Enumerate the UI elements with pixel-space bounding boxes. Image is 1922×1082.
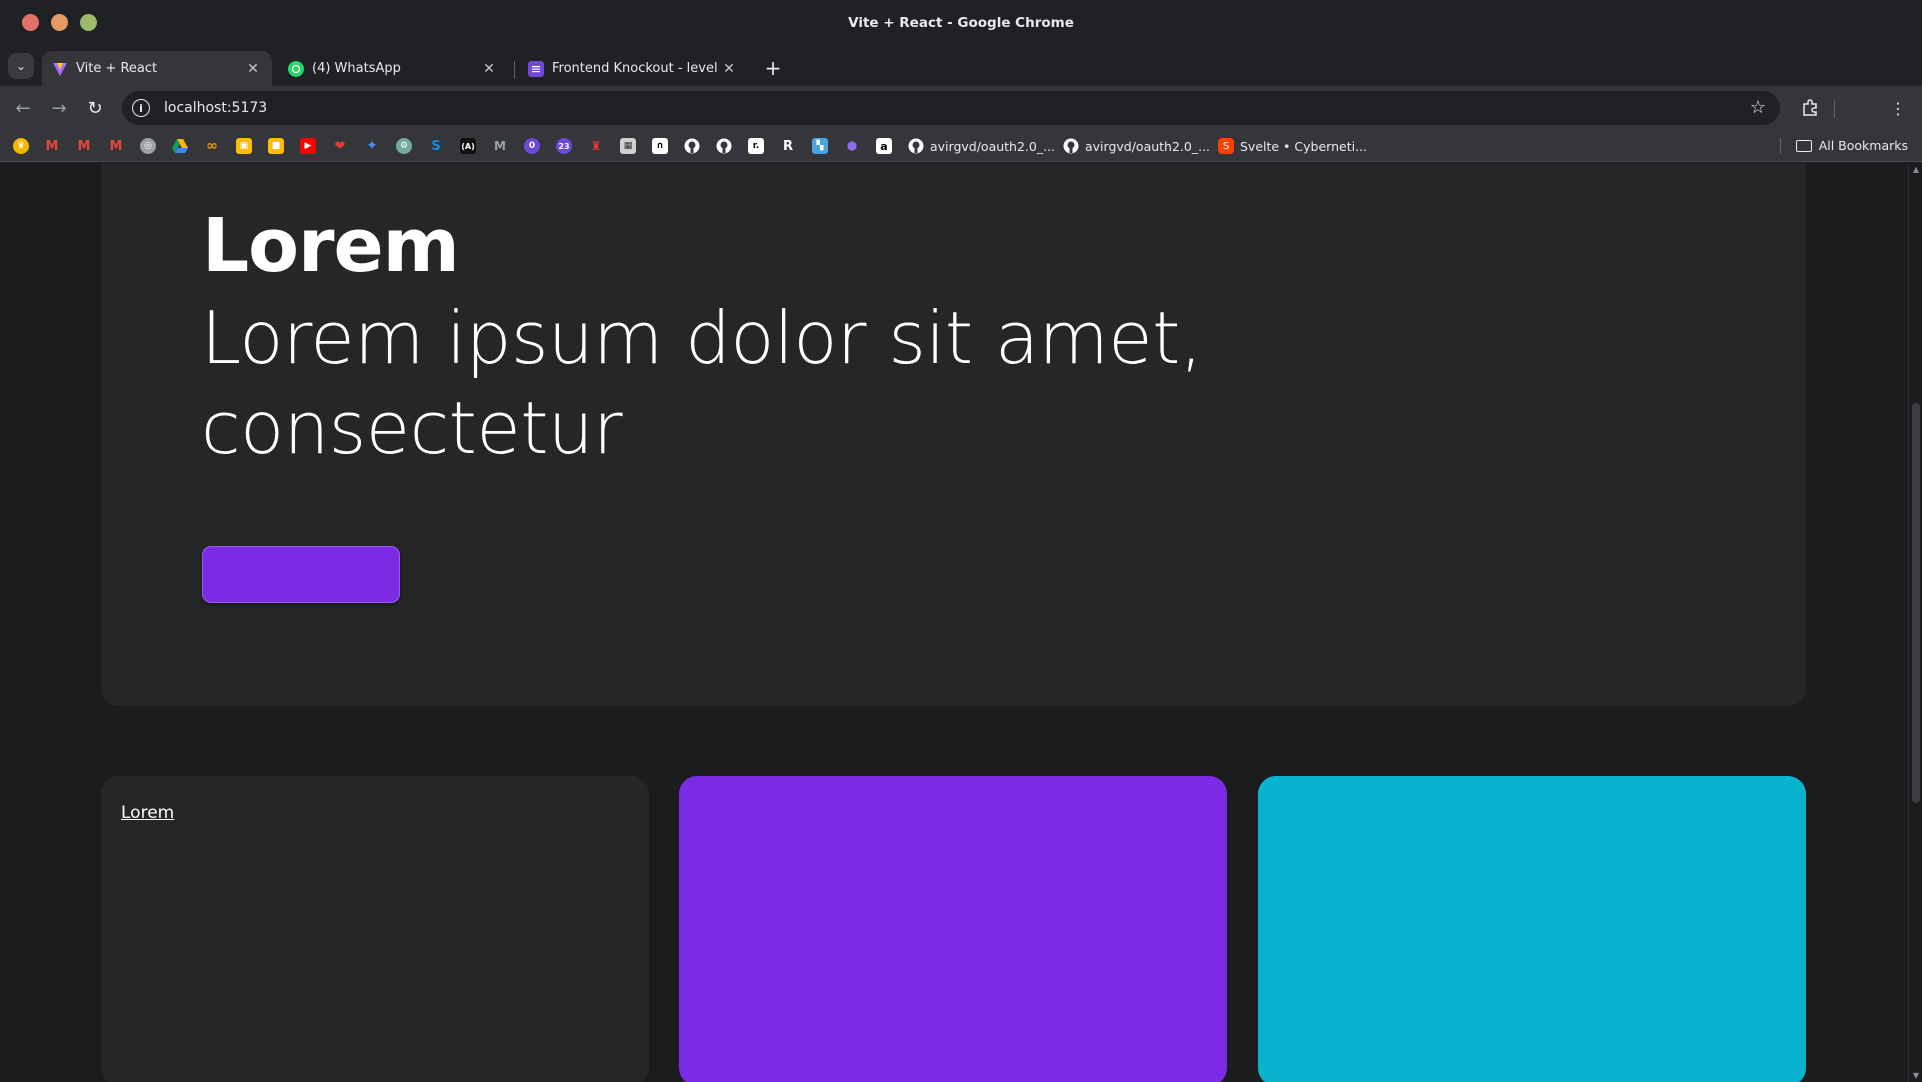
feature-card-purple [679, 776, 1227, 1082]
bookmark-0-icon[interactable]: 0 [524, 138, 540, 154]
feature-card-cyan [1258, 776, 1806, 1082]
card-link[interactable]: Lorem [121, 803, 174, 823]
bookmark-23-icon[interactable]: 23 [556, 138, 572, 154]
all-bookmarks-label: All Bookmarks [1818, 138, 1908, 153]
feature-card-dark: Lorem [101, 776, 649, 1082]
bookmark-gmail-icon[interactable]: M [76, 138, 92, 154]
bookmark-r-icon[interactable]: r. [748, 138, 764, 154]
arrow-left-icon: ← [15, 97, 31, 119]
bookmark-github-oauth-2[interactable]: avirgvd/oauth2.0_... [1063, 138, 1210, 154]
svelte-icon: S [1218, 138, 1234, 154]
tab-vite-react[interactable]: Vite + React ✕ [42, 51, 272, 86]
avatar [1852, 98, 1872, 118]
chevron-down-icon: ⌄ [15, 59, 27, 73]
plus-icon: + [764, 56, 782, 80]
toolbar-divider [1834, 100, 1835, 118]
bookmark-label: avirgvd/oauth2.0_... [930, 138, 1056, 154]
bookmark-svelte[interactable]: S Svelte • Cyberneti... [1218, 138, 1367, 154]
back-button[interactable]: ← [9, 94, 37, 122]
bookmark-s-icon[interactable]: S [428, 138, 444, 154]
menu-button[interactable]: ⋮ [1884, 94, 1912, 122]
bookmark-image-icon[interactable]: ▦ [620, 138, 636, 154]
reload-icon: ↻ [87, 97, 103, 119]
browser-window: Vite + React - Google Chrome ⌄ Vite + Re… [0, 0, 1922, 1082]
more-vertical-icon: ⋮ [1890, 98, 1906, 118]
close-tab-icon[interactable]: ✕ [480, 61, 498, 77]
bookmark-github-icon[interactable] [684, 138, 700, 154]
hero-cta-button[interactable] [202, 546, 400, 603]
bookmark-a-icon[interactable]: (A) [460, 138, 476, 154]
tab-label: (4) WhatsApp [312, 61, 401, 76]
forward-button[interactable]: → [45, 94, 73, 122]
reload-button[interactable]: ↻ [81, 94, 109, 122]
tab-search-button[interactable]: ⌄ [8, 53, 34, 79]
close-tab-icon[interactable]: ✕ [244, 61, 262, 77]
tab-label: Frontend Knockout - level 1 [552, 61, 720, 76]
bookmark-gmail-icon[interactable]: M [44, 138, 60, 154]
bookmark-gemini-icon[interactable]: ✦ [364, 138, 380, 154]
bookmark-amazon-icon[interactable]: a [876, 138, 892, 154]
hero-title: Lorem [202, 203, 460, 289]
bookmark-drive-icon[interactable] [172, 138, 188, 154]
close-tab-icon[interactable]: ✕ [720, 61, 738, 77]
bookmark-globe-icon[interactable]: ◎ [140, 138, 156, 154]
page-viewport: Lorem Lorem ipsum dolor sit amet, consec… [0, 163, 1922, 1082]
close-window-button[interactable] [22, 14, 39, 31]
site-info-icon[interactable]: i [132, 99, 150, 117]
bookmark-m-icon[interactable]: M [492, 138, 508, 154]
browser-toolbar: ← → ↻ i localhost:5173 ☆ ⋮ [0, 86, 1922, 130]
bookmarks-bar: ♛ M M M ◎ ∞ ▣ ■ ▶ ❤ ✦ ⚙ S (A) M 0 23 ♜ ▦… [0, 130, 1922, 162]
github-icon [908, 138, 924, 154]
scroll-down-icon[interactable]: ▼ [1911, 1071, 1921, 1080]
bookmark-arch-icon[interactable]: ∩ [652, 138, 668, 154]
bookmark-gmail-icon[interactable]: M [108, 138, 124, 154]
bookmark-render-icon[interactable]: R [780, 138, 796, 154]
maximize-window-button[interactable] [80, 14, 97, 31]
hero-subtitle: Lorem ipsum dolor sit amet, consectetur [201, 296, 1203, 470]
new-tab-button[interactable]: + [760, 55, 786, 81]
tab-label: Vite + React [76, 61, 158, 76]
window-title: Vite + React - Google Chrome [848, 15, 1074, 31]
whatsapp-icon [288, 60, 304, 77]
all-bookmarks-button[interactable]: All Bookmarks [1795, 138, 1908, 153]
bookmark-label: Svelte • Cyberneti... [1240, 138, 1367, 154]
bookmark-heart-icon[interactable]: ❤ [332, 138, 348, 154]
profile-button[interactable] [1848, 94, 1876, 122]
vite-icon [52, 61, 68, 77]
tab-frontend-knockout[interactable]: Frontend Knockout - level 1 ✕ [518, 51, 748, 86]
bookmark-keep-icon[interactable]: ■ [268, 138, 284, 154]
arrow-right-icon: → [51, 97, 67, 119]
bookmark-infinity-icon[interactable]: ∞ [204, 138, 220, 154]
tab-separator [514, 61, 515, 79]
list-icon [528, 60, 544, 77]
title-bar: Vite + React - Google Chrome [0, 0, 1922, 46]
bookmark-star-icon[interactable]: ☆ [1750, 97, 1766, 118]
window-controls [22, 14, 97, 31]
github-icon [1063, 138, 1079, 154]
bookmarks-divider [1780, 138, 1781, 154]
bookmark-robot-icon[interactable]: ♜ [588, 138, 604, 154]
address-bar[interactable]: i localhost:5173 ☆ [122, 91, 1780, 125]
bookmark-chatgpt-icon[interactable]: ⚙ [396, 138, 412, 154]
bookmark-youtube-icon[interactable]: ▶ [300, 138, 316, 154]
hero-card: Lorem Lorem ipsum dolor sit amet, consec… [101, 163, 1806, 706]
tab-strip: ⌄ Vite + React ✕ (4) WhatsApp ✕ Frontend… [0, 46, 1922, 86]
extensions-button[interactable] [1796, 94, 1824, 122]
puzzle-icon [1803, 99, 1817, 116]
minimize-window-button[interactable] [51, 14, 68, 31]
vertical-scrollbar[interactable]: ▲ ▼ [1908, 163, 1922, 1082]
scroll-thumb[interactable] [1912, 403, 1920, 803]
bookmark-crown-icon[interactable]: ♛ [13, 138, 29, 154]
bookmark-github-icon[interactable] [716, 138, 732, 154]
scroll-up-icon[interactable]: ▲ [1911, 165, 1921, 174]
folder-icon [1795, 139, 1812, 152]
bookmark-github-oauth-1[interactable]: avirgvd/oauth2.0_... [908, 138, 1055, 154]
bookmark-hex-icon[interactable]: ⬢ [844, 138, 860, 154]
bookmark-label: avirgvd/oauth2.0_... [1085, 138, 1211, 154]
bookmark-blocks-icon[interactable]: ▚ [812, 138, 828, 154]
bookmark-photos-icon[interactable]: ▣ [236, 138, 252, 154]
tab-whatsapp[interactable]: (4) WhatsApp ✕ [278, 51, 508, 86]
url-text[interactable]: localhost:5173 [164, 100, 267, 116]
